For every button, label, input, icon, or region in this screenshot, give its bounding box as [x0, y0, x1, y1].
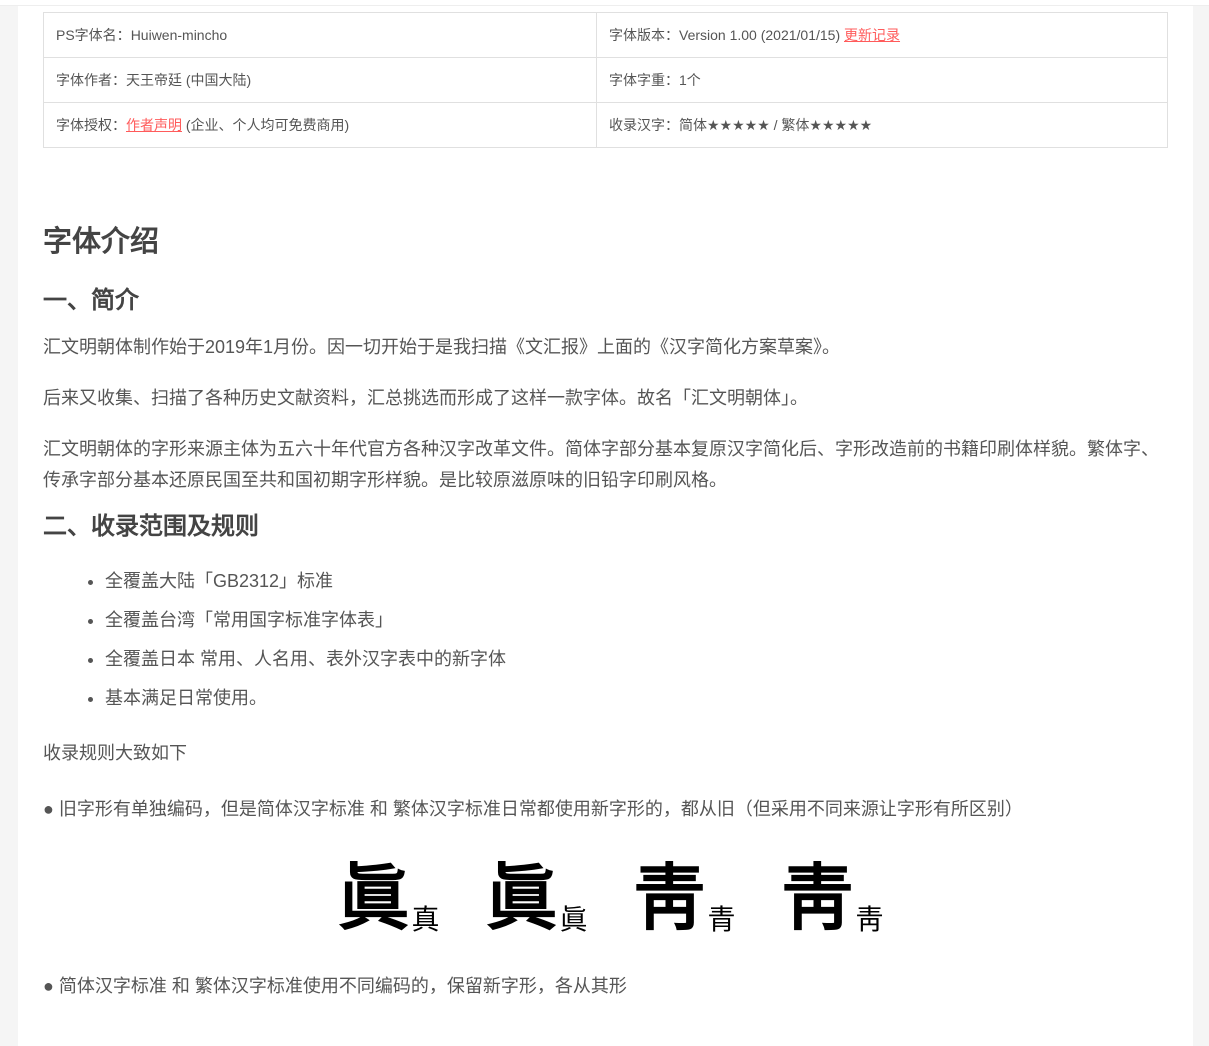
- glyph-small: 青: [707, 903, 736, 936]
- glyph-large: 靑: [781, 855, 854, 940]
- label: 字体授权：: [56, 117, 126, 133]
- content-panel: PS字体名：Huiwen-mincho 字体版本：Version 1.00 (2…: [18, 6, 1193, 1046]
- author-statement-link[interactable]: 作者声明: [126, 117, 182, 133]
- sample-glyph-image: 眞真 眞眞 靑青 靑靑: [43, 855, 1168, 935]
- font-weight-cell: 字体字重：1个: [596, 57, 1168, 103]
- font-name-cell: PS字体名：Huiwen-mincho: [43, 12, 597, 58]
- font-license-cell: 字体授权：作者声明 (企业、个人均可免费商用): [43, 102, 597, 148]
- glyph-small: 真: [411, 903, 440, 936]
- table-row: 字体授权：作者声明 (企业、个人均可免费商用) 收录汉字：简体★★★★★ / 繁…: [43, 102, 1168, 148]
- charset-cell: 收录汉字：简体★★★★★ / 繁体★★★★★: [596, 102, 1168, 148]
- glyph-pair: 靑青: [634, 861, 736, 935]
- value: 简体★★★★★ / 繁体★★★★★: [679, 117, 873, 133]
- glyph-small: 靑: [855, 903, 884, 936]
- article: PS字体名：Huiwen-mincho 字体版本：Version 1.00 (2…: [43, 12, 1168, 1002]
- table-row: 字体作者：天王帝廷 (中国大陆) 字体字重：1个: [43, 57, 1168, 103]
- value: 1个: [679, 72, 701, 88]
- glyph-pair: 眞眞: [485, 861, 587, 935]
- list-item: 基本满足日常使用。: [105, 679, 1168, 718]
- glyph-large: 眞: [485, 855, 558, 940]
- table-row: PS字体名：Huiwen-mincho 字体版本：Version 1.00 (2…: [43, 12, 1168, 58]
- font-author-cell: 字体作者：天王帝廷 (中国大陆): [43, 57, 597, 103]
- page-title: 字体介绍: [43, 226, 160, 258]
- glyph-pair: 靑靑: [782, 861, 884, 935]
- label: 字体版本：: [609, 27, 679, 43]
- label: 字体作者：: [56, 72, 126, 88]
- section-heading-intro: 一、简介: [43, 287, 139, 314]
- list-item: 全覆盖台湾「常用国字标准字体表」: [105, 601, 1168, 640]
- font-info-table: PS字体名：Huiwen-mincho 字体版本：Version 1.00 (2…: [43, 12, 1168, 148]
- list-item: 全覆盖日本 常用、人名用、表外汉字表中的新字体: [105, 640, 1168, 679]
- paragraph: 后来又收集、扫描了各种历史文献资料，汇总挑选而形成了这样一款字体。故名「汇文明朝…: [43, 388, 808, 408]
- value: Huiwen-mincho: [130, 27, 228, 43]
- rules-intro: 收录规则大致如下: [43, 743, 187, 763]
- value: Version 1.00 (2021/01/15): [679, 27, 845, 43]
- changelog-link[interactable]: 更新记录: [844, 27, 900, 43]
- glyph-large: 眞: [337, 855, 410, 940]
- value: (企业、个人均可免费商用): [182, 117, 350, 133]
- scope-list: 全覆盖大陆「GB2312」标准 全覆盖台湾「常用国字标准字体表」 全覆盖日本 常…: [43, 562, 1168, 718]
- glyph-small: 眞: [559, 903, 588, 936]
- label: 收录汉字：: [609, 117, 679, 133]
- rule-item: ● 简体汉字标准 和 繁体汉字标准使用不同编码的，保留新字形，各从其形: [43, 976, 627, 996]
- rule-item: ● 旧字形有单独编码，但是简体汉字标准 和 繁体汉字标准日常都使用新字形的，都从…: [43, 799, 1023, 819]
- value: 天王帝廷 (中国大陆): [126, 72, 252, 88]
- paragraph: 汇文明朝体的字形来源主体为五六十年代官方各种汉字改革文件。简体字部分基本复原汉字…: [43, 439, 1159, 490]
- font-version-cell: 字体版本：Version 1.00 (2021/01/15) 更新记录: [596, 12, 1168, 58]
- label: PS字体名：: [56, 27, 131, 43]
- section-heading-scope: 二、收录范围及规则: [43, 513, 259, 540]
- glyph-pair: 眞真: [337, 861, 439, 935]
- list-item: 全覆盖大陆「GB2312」标准: [105, 562, 1168, 601]
- label: 字体字重：: [609, 72, 679, 88]
- glyph-large: 靑: [633, 855, 706, 940]
- paragraph: 汇文明朝体制作始于2019年1月份。因一切开始于是我扫描《文汇报》上面的《汉字简…: [43, 337, 841, 357]
